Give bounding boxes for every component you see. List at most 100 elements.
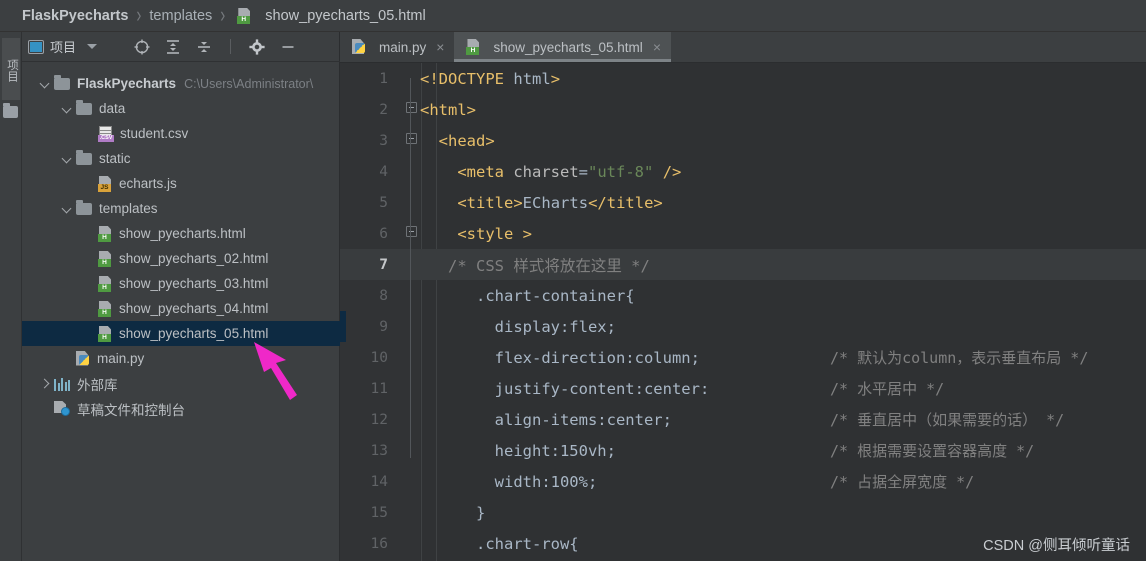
tree-row[interactable]: main.py	[22, 346, 340, 371]
close-icon[interactable]: ×	[653, 39, 661, 55]
vertical-tab-project[interactable]: 项目	[2, 38, 20, 100]
breadcrumb-root[interactable]: FlaskPyecharts	[22, 8, 128, 24]
tree-row[interactable]: static	[22, 146, 340, 171]
code-line[interactable]: 9 display:flex;	[340, 311, 1146, 342]
code-line[interactable]: 14 width:100%; /* 占据全屏宽度 */	[340, 466, 1146, 497]
js-file-icon: JS	[98, 175, 113, 192]
tree-row[interactable]: .CSV student.csv	[22, 121, 340, 146]
fold-gutter[interactable]	[404, 404, 420, 435]
tree-row[interactable]: Hshow_pyecharts_05.html	[22, 321, 340, 346]
folder-icon	[54, 74, 70, 90]
line-number: 11	[370, 380, 388, 397]
close-icon[interactable]: ×	[436, 39, 444, 55]
chevron-down-icon[interactable]	[87, 44, 98, 49]
python-file-icon	[352, 39, 367, 55]
line-number: 5	[379, 194, 388, 211]
tree-row-label: echarts.js	[119, 176, 177, 191]
fold-gutter[interactable]	[404, 373, 420, 404]
code-content[interactable]: 1 <!DOCTYPE html> 2 <html> 3 <head> 4 <meta c…	[340, 63, 1146, 561]
project-toolbar: 项目	[22, 32, 340, 62]
tree-row-label: show_pyecharts_02.html	[119, 251, 269, 266]
chevron-right-icon[interactable]	[38, 377, 52, 391]
editor-tab[interactable]: Hshow_pyecharts_05.html ×	[454, 32, 671, 62]
left-tool-strip: 项目	[0, 32, 22, 561]
editor-tab-label: show_pyecharts_05.html	[493, 39, 643, 55]
code-line[interactable]: 3 <head>	[340, 125, 1146, 156]
line-number: 4	[379, 163, 388, 180]
chevron-down-icon[interactable]	[60, 152, 74, 166]
code-line[interactable]: 7 /* CSS 样式将放在这里 */	[340, 249, 1146, 280]
fold-gutter[interactable]	[404, 125, 420, 156]
fold-gutter[interactable]	[404, 528, 420, 559]
fold-gutter[interactable]	[404, 466, 420, 497]
html-file-icon: H	[237, 7, 252, 24]
code-line[interactable]: 11 justify-content:center: /* 水平居中 */	[340, 373, 1146, 404]
tree-row[interactable]: Hshow_pyecharts_02.html	[22, 246, 340, 271]
breadcrumb-folder[interactable]: templates	[149, 8, 212, 24]
code-text: <title>ECharts</title>	[457, 193, 663, 212]
tree-row-label: FlaskPyecharts	[77, 76, 177, 91]
code-text: <!DOCTYPE html>	[420, 69, 561, 88]
tree-row[interactable]: data	[22, 96, 340, 121]
tree-row[interactable]: 草稿文件和控制台	[22, 396, 340, 421]
hide-panel-icon[interactable]	[279, 38, 297, 56]
tree-row[interactable]: templates	[22, 196, 340, 221]
ide-window: FlaskPyecharts › templates › H show_pyec…	[0, 0, 1146, 561]
tree-row[interactable]: Hshow_pyecharts.html	[22, 221, 340, 246]
breadcrumb-file[interactable]: show_pyecharts_05.html	[265, 8, 425, 24]
fold-gutter[interactable]	[404, 435, 420, 466]
fold-gutter[interactable]	[404, 218, 420, 249]
tree-row[interactable]: JS echarts.js	[22, 171, 340, 196]
chevron-down-icon[interactable]	[60, 202, 74, 216]
code-line[interactable]: 1 <!DOCTYPE html>	[340, 63, 1146, 94]
fold-gutter[interactable]	[404, 497, 420, 528]
tree-row[interactable]: 外部库	[22, 371, 340, 396]
chevron-down-icon[interactable]	[38, 77, 52, 91]
project-panel: 项目 FlaskPyecharts C:\Users\Administrator…	[22, 32, 340, 561]
chevron-down-icon[interactable]	[60, 102, 74, 116]
python-file-icon	[76, 350, 91, 367]
html-file-icon: H	[98, 250, 113, 267]
code-line[interactable]: 5 <title>ECharts</title>	[340, 187, 1146, 218]
fold-gutter[interactable]	[404, 342, 420, 373]
line-number: 9	[379, 318, 388, 335]
project-file-tree: FlaskPyecharts C:\Users\Administrator\ dat…	[22, 63, 340, 561]
code-text: width:100%;	[420, 472, 598, 491]
locate-target-icon[interactable]	[133, 38, 151, 56]
console-icon	[54, 401, 70, 416]
code-editor: main.py × Hshow_pyecharts_05.html × 1 <!DOCT…	[340, 32, 1146, 561]
code-line[interactable]: 6 <style >	[340, 218, 1146, 249]
code-line[interactable]: 4 <meta charset="utf-8" />	[340, 156, 1146, 187]
code-line[interactable]: 13 height:150vh; /* 根据需要设置容器高度 */	[340, 435, 1146, 466]
folder-icon	[76, 99, 92, 115]
fold-gutter[interactable]	[404, 94, 420, 125]
tree-row[interactable]: FlaskPyecharts C:\Users\Administrator\	[22, 71, 340, 96]
expand-all-icon[interactable]	[164, 38, 182, 56]
code-text: justify-content:center:	[420, 379, 710, 398]
collapse-all-icon[interactable]	[195, 38, 213, 56]
code-line[interactable]: 8 .chart-container{	[340, 280, 1146, 311]
fold-gutter[interactable]	[404, 249, 420, 280]
tree-row-label: show_pyecharts_03.html	[119, 276, 269, 291]
folder-icon[interactable]	[3, 103, 18, 118]
code-trailing-comment: /* 垂直居中（如果需要的话） */	[830, 411, 1065, 429]
line-number: 13	[370, 442, 388, 459]
editor-tab[interactable]: main.py ×	[340, 32, 454, 62]
fold-gutter[interactable]	[404, 63, 420, 94]
settings-gear-icon[interactable]	[248, 38, 266, 56]
code-text: <head>	[438, 131, 495, 150]
tree-row[interactable]: Hshow_pyecharts_04.html	[22, 296, 340, 321]
fold-gutter[interactable]	[404, 187, 420, 218]
fold-gutter[interactable]	[404, 311, 420, 342]
code-line[interactable]: 12 align-items:center;/* 垂直居中（如果需要的话） */	[340, 404, 1146, 435]
code-line[interactable]: 2 <html>	[340, 94, 1146, 125]
fold-gutter[interactable]	[404, 280, 420, 311]
project-title-label: 项目	[50, 40, 77, 55]
tree-row[interactable]: Hshow_pyecharts_03.html	[22, 271, 340, 296]
folder-icon	[76, 149, 92, 165]
code-line[interactable]: 15 }	[340, 497, 1146, 528]
code-line[interactable]: 10 flex-direction:column;/* 默认为column，表示…	[340, 342, 1146, 373]
fold-gutter[interactable]	[404, 156, 420, 187]
fold-collapse-icon	[406, 102, 417, 113]
project-title-group[interactable]: 项目	[28, 37, 98, 56]
